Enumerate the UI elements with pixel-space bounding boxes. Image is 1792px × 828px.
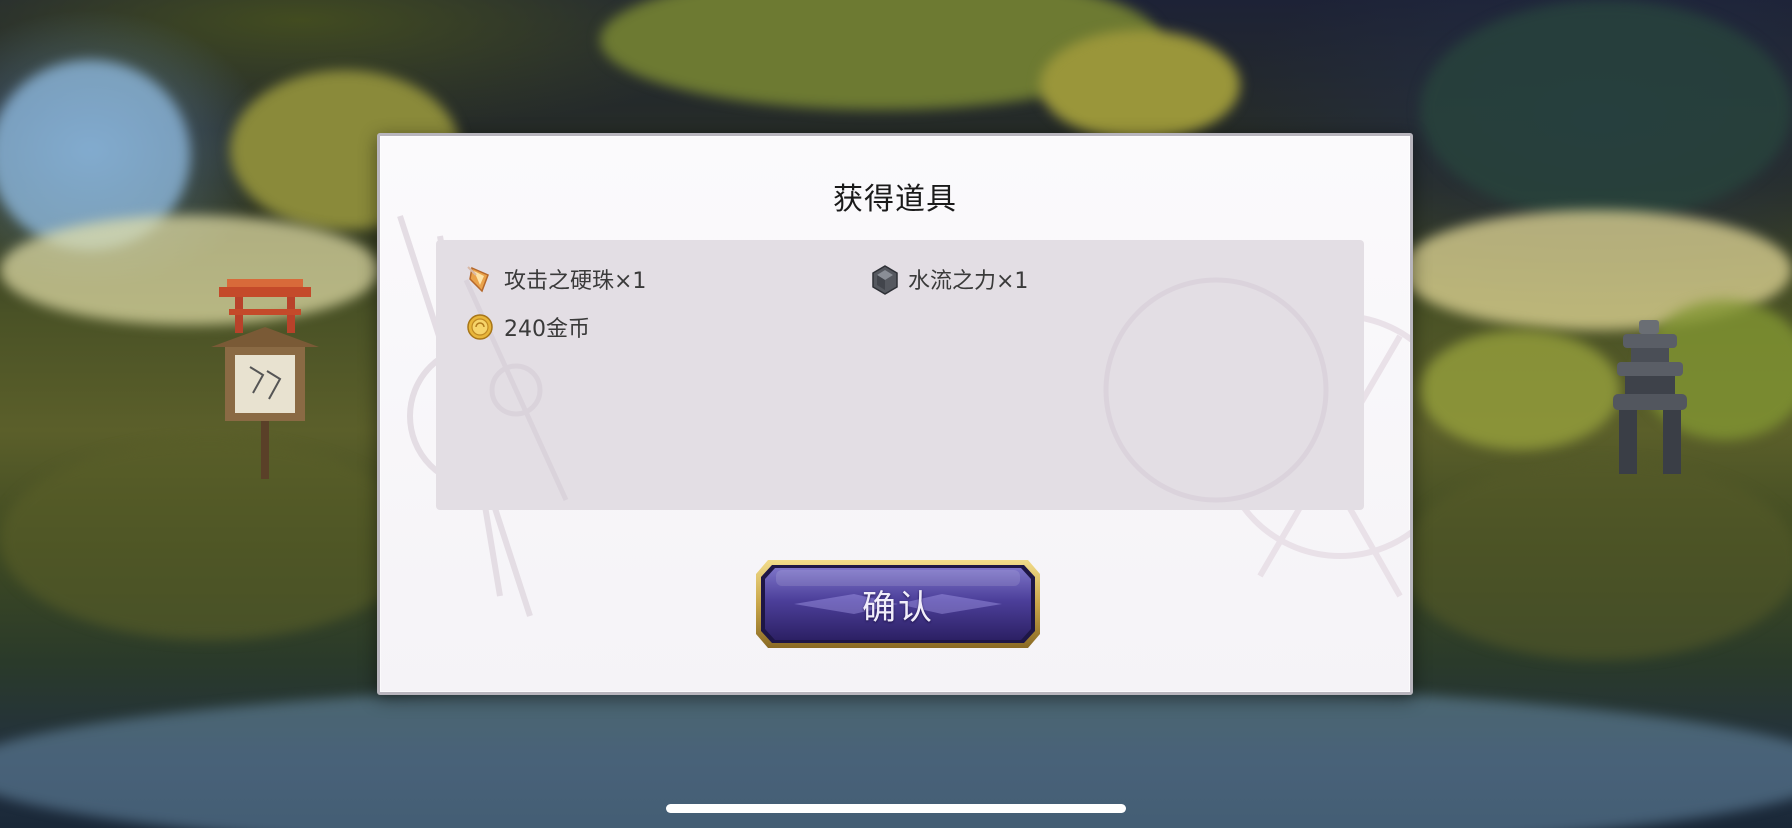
- item-label: 240金币: [504, 317, 590, 342]
- water-stone-icon: [870, 265, 898, 295]
- shrub: [1420, 330, 1620, 450]
- dialog-title: 获得道具: [833, 182, 957, 217]
- bamboo-grove: [1420, 0, 1792, 220]
- confirm-button[interactable]: 确认: [754, 558, 1042, 650]
- shrine-signpost: [211, 279, 319, 479]
- item-label: 攻击之硬珠×1: [504, 269, 647, 294]
- attack-orb-icon: [466, 265, 494, 293]
- ground: [1400, 460, 1792, 660]
- gold-coin-icon: [466, 313, 494, 341]
- reward-item[interactable]: 240金币: [466, 310, 590, 344]
- tree-canopy: [1040, 30, 1240, 140]
- items-panel: 攻击之硬珠×1 水流之力×1 240金币: [436, 240, 1364, 510]
- reward-item[interactable]: 水流之力×1: [870, 262, 1028, 296]
- confirm-button-label: 确认: [862, 587, 934, 628]
- stone-lantern: [1613, 320, 1687, 474]
- item-label: 水流之力×1: [908, 269, 1029, 294]
- home-indicator[interactable]: [666, 804, 1126, 813]
- reward-item[interactable]: 攻击之硬珠×1: [466, 262, 646, 296]
- item-reward-dialog: 获得道具 攻击之硬珠×1 水流之力×1 240金币 确认: [377, 133, 1413, 695]
